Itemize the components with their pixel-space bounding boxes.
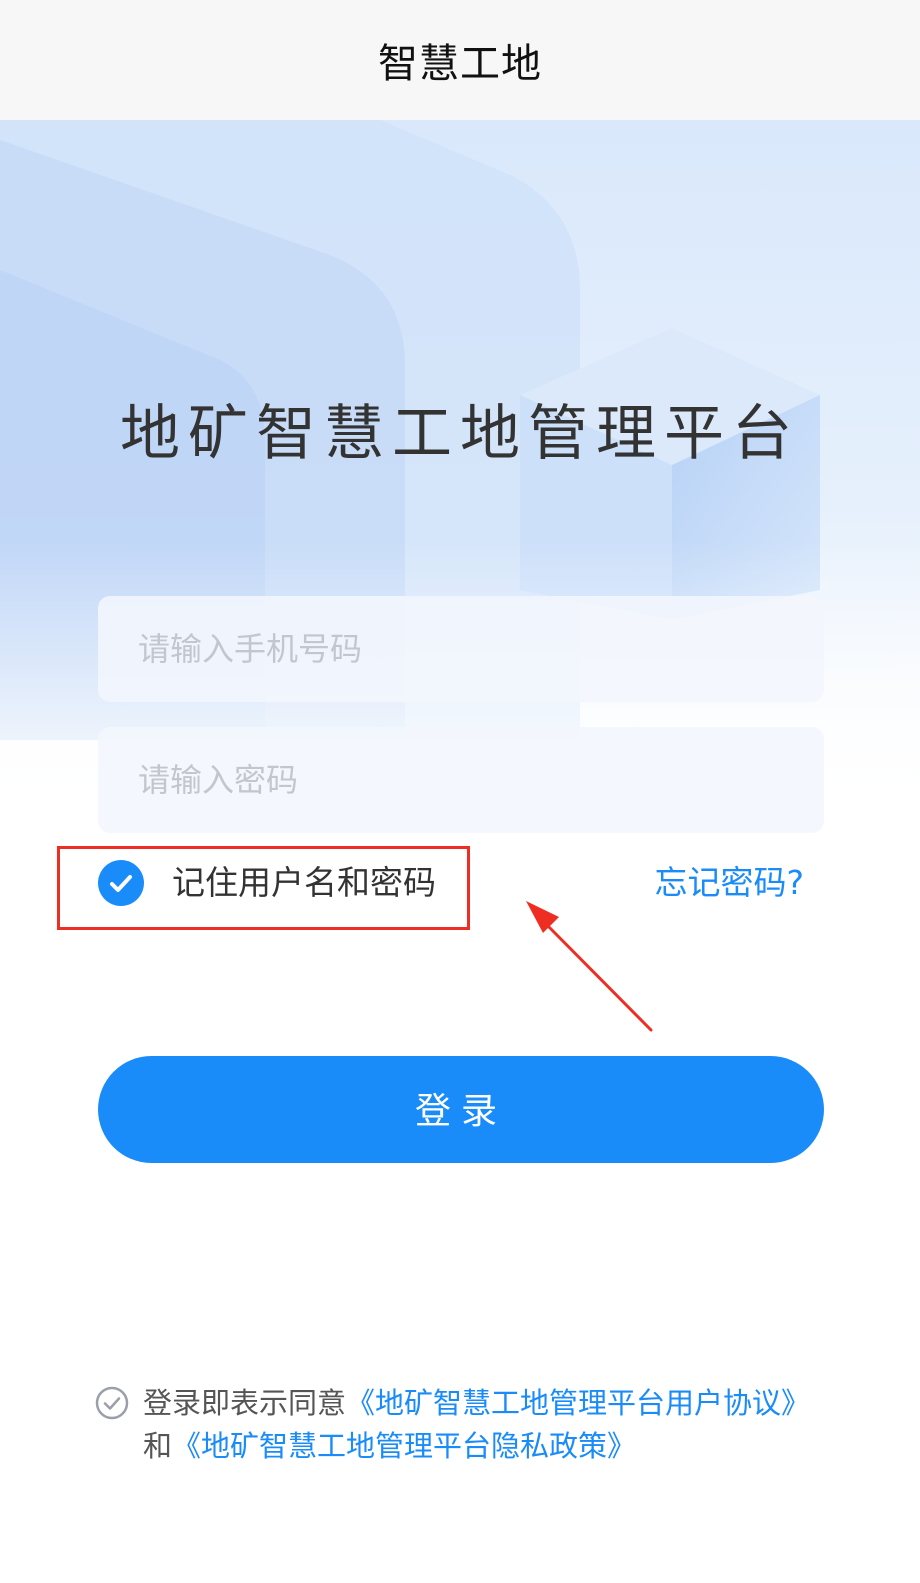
platform-title: 地矿智慧工地管理平台 [120, 399, 800, 469]
agreement-line-2: 和《地矿智慧工地管理平台隐私政策》 [143, 1425, 843, 1468]
agreement-conjunction: 和 [143, 1429, 173, 1463]
user-agreement-link[interactable]: 《地矿智慧工地管理平台用户协议》 [346, 1386, 810, 1420]
check-outline-circle-icon[interactable] [95, 1386, 129, 1420]
forgot-password-link[interactable]: 忘记密码? [654, 858, 804, 908]
phone-field [98, 596, 824, 702]
agreement-prefix: 登录即表示同意 [143, 1386, 347, 1420]
annotation-highlight-box [57, 846, 470, 930]
nav-title: 智慧工地 [378, 41, 542, 87]
login-page: 智慧工地 地矿智慧工地管理平台 请输入手机号码 记住用户名和密码 忘记密码? 登… [0, 0, 920, 1583]
agreement-text: 登录即表示同意《地矿智慧工地管理平台用户协议》 和《地矿智慧工地管理平台隐私政策… [143, 1382, 843, 1468]
password-field [98, 727, 824, 833]
password-input[interactable] [98, 727, 824, 833]
privacy-policy-link[interactable]: 《地矿智慧工地管理平台隐私政策》 [172, 1429, 636, 1463]
phone-input[interactable] [98, 596, 824, 702]
agreement-line-1: 登录即表示同意《地矿智慧工地管理平台用户协议》 [143, 1382, 843, 1425]
nav-bar: 智慧工地 [0, 0, 920, 120]
login-button[interactable]: 登录 [98, 1056, 824, 1163]
